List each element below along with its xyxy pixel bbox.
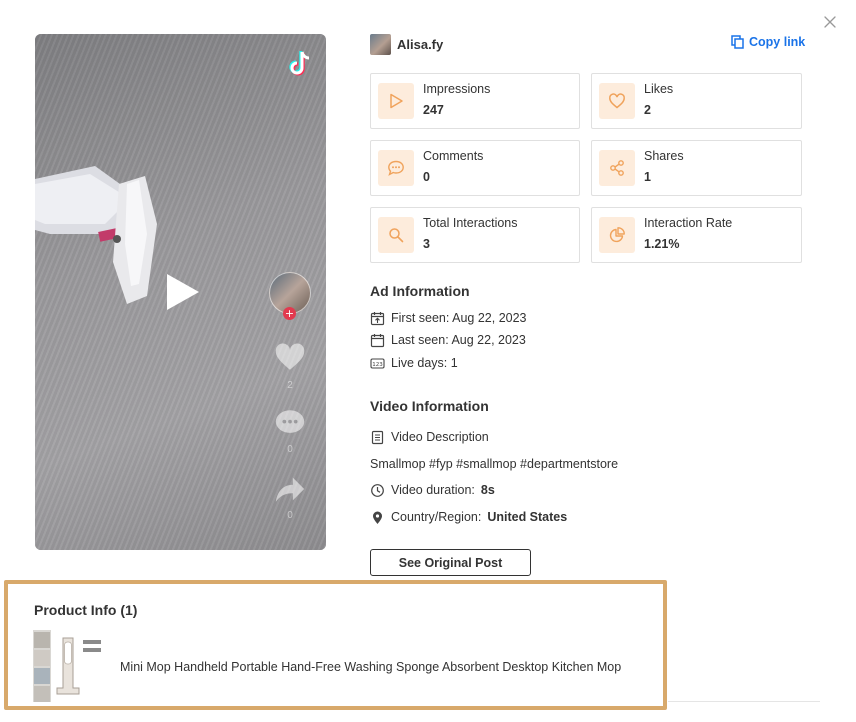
last-seen-row: Last seen: Aug 22, 2023 bbox=[370, 332, 526, 348]
svg-text:123: 123 bbox=[372, 362, 383, 368]
stat-label: Shares bbox=[644, 149, 684, 163]
product-info-title: Product Info (1) bbox=[34, 602, 138, 618]
first-seen-row: First seen: Aug 22, 2023 bbox=[370, 310, 527, 326]
stat-value: 1.21% bbox=[644, 237, 680, 251]
stat-label: Likes bbox=[644, 82, 674, 96]
see-original-post-button[interactable]: See Original Post bbox=[370, 549, 531, 576]
video-description-text: Smallmop #fyp #smallmop #departmentstore bbox=[370, 457, 619, 471]
video-player[interactable]: + 2 0 0 bbox=[35, 34, 326, 550]
play-icon bbox=[390, 93, 403, 109]
copy-link-button[interactable]: Copy link bbox=[731, 35, 805, 49]
product-info-panel: Product Info (1) Mini Mop Handheld Porta… bbox=[4, 580, 667, 710]
stat-label: Total Interactions bbox=[423, 216, 518, 230]
stat-card-interaction-rate: Interaction Rate 1.21% bbox=[591, 207, 802, 263]
comment-icon bbox=[388, 160, 404, 176]
search-icon bbox=[389, 228, 404, 243]
location-pin-icon bbox=[373, 511, 382, 524]
stat-card-shares: Shares 1 bbox=[591, 140, 802, 196]
video-description-label-row: Video Description bbox=[370, 429, 489, 445]
ad-info-title: Ad Information bbox=[370, 283, 470, 299]
first-seen-text: First seen: Aug 22, 2023 bbox=[391, 311, 527, 325]
copy-icon bbox=[731, 35, 744, 49]
video-duration-label: Video duration: bbox=[391, 483, 475, 497]
country-label: Country/Region: bbox=[391, 510, 482, 524]
video-description-label: Video Description bbox=[391, 430, 489, 444]
stat-label: Impressions bbox=[423, 82, 491, 96]
play-icon[interactable] bbox=[165, 272, 201, 312]
share-icon bbox=[610, 160, 624, 176]
country-value: United States bbox=[487, 510, 568, 524]
calendar-icon bbox=[370, 333, 385, 347]
tiktok-logo-icon bbox=[289, 51, 310, 76]
close-icon[interactable] bbox=[822, 14, 838, 30]
comment-count: 0 bbox=[287, 444, 293, 455]
product-thumbnail[interactable] bbox=[33, 630, 105, 702]
stat-card-impressions: Impressions 247 bbox=[370, 73, 580, 129]
video-info-title: Video Information bbox=[370, 398, 489, 414]
stat-value: 2 bbox=[644, 103, 651, 117]
document-icon bbox=[371, 430, 384, 444]
calendar-up-icon bbox=[370, 311, 385, 325]
heart-icon bbox=[609, 93, 625, 109]
copy-link-label: Copy link bbox=[749, 35, 806, 49]
divider bbox=[668, 701, 820, 702]
clock-icon bbox=[371, 483, 384, 497]
stat-label: Comments bbox=[423, 149, 484, 163]
stat-card-likes: Likes 2 bbox=[591, 73, 802, 129]
stat-label: Interaction Rate bbox=[644, 216, 733, 230]
stat-card-comments: Comments 0 bbox=[370, 140, 580, 196]
comment-icon bbox=[275, 410, 305, 433]
last-seen-text: Last seen: Aug 22, 2023 bbox=[391, 333, 526, 347]
stat-value: 0 bbox=[423, 170, 430, 184]
stat-card-total-interactions: Total Interactions 3 bbox=[370, 207, 580, 263]
stat-value: 247 bbox=[423, 103, 444, 117]
like-count: 2 bbox=[287, 380, 293, 391]
stat-value: 1 bbox=[644, 170, 651, 184]
product-name[interactable]: Mini Mop Handheld Portable Hand-Free Was… bbox=[120, 660, 621, 674]
heart-icon bbox=[275, 343, 305, 370]
author[interactable]: Alisa.fy bbox=[370, 33, 443, 55]
follow-plus-icon: + bbox=[283, 307, 296, 320]
country-row: Country/Region: United States bbox=[370, 509, 567, 525]
author-name: Alisa.fy bbox=[397, 36, 444, 52]
pie-chart-icon bbox=[609, 227, 625, 243]
stat-value: 3 bbox=[423, 237, 430, 251]
share-arrow-icon bbox=[275, 477, 305, 502]
avatar bbox=[370, 33, 391, 55]
number-badge-icon: 123 bbox=[370, 357, 385, 369]
video-duration-row: Video duration: 8s bbox=[370, 482, 495, 498]
video-duration-value: 8s bbox=[480, 483, 495, 497]
live-days-text: Live days: 1 bbox=[391, 356, 458, 370]
live-days-row: 123 Live days: 1 bbox=[370, 355, 458, 371]
share-count: 0 bbox=[287, 510, 293, 521]
